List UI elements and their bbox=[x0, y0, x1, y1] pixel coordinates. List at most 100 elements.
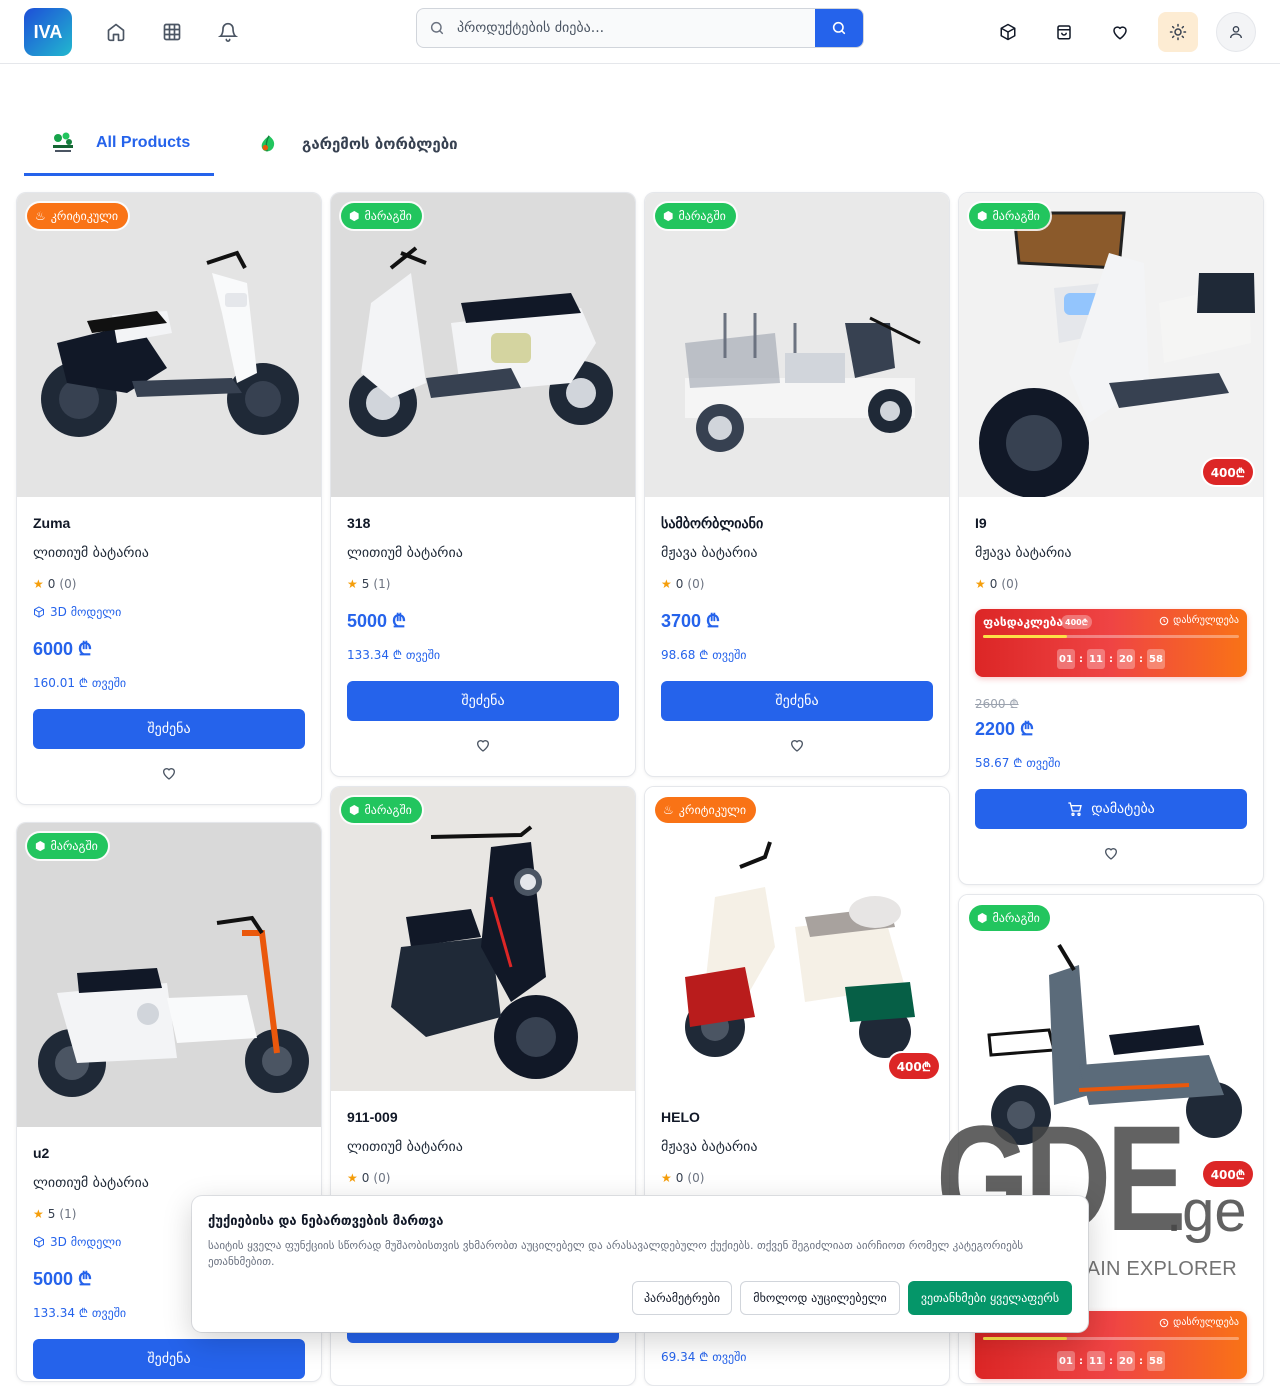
flame-icon: ♨ bbox=[35, 209, 46, 223]
star-icon: ★ bbox=[347, 577, 358, 591]
tab-label: გარემოს ბორბლები bbox=[302, 135, 458, 153]
flash-sale-ends: დასრულდება bbox=[1159, 615, 1239, 626]
product-price: 5000 ₾ bbox=[347, 611, 406, 631]
product-rating: ★ 0 (0) bbox=[347, 1171, 391, 1185]
product-image[interactable]: ⬢ მარაგში bbox=[645, 193, 949, 497]
search-icon bbox=[832, 21, 846, 35]
monthly-price: 58.67 ₾ თვეში bbox=[975, 756, 1061, 770]
user-icon bbox=[1230, 26, 1242, 39]
all-products-logo-icon bbox=[53, 132, 73, 152]
orders-button[interactable] bbox=[988, 12, 1028, 52]
stock-badge: ⬢ მარაგში bbox=[969, 203, 1050, 229]
box-icon: ⬢ bbox=[977, 911, 988, 925]
cookie-text: საიტის ყველა ფუნქციის სწორად მუშაობისთვი… bbox=[208, 1239, 1024, 1268]
flash-progress bbox=[983, 635, 1239, 638]
flash-sale-amount: 400₾ bbox=[1061, 615, 1092, 629]
grid-icon[interactable] bbox=[160, 20, 184, 44]
stock-badge: ♨ კრიტიკული bbox=[655, 797, 757, 823]
home-icon[interactable] bbox=[104, 20, 128, 44]
product-name[interactable]: HELO bbox=[661, 1109, 700, 1125]
star-icon: ★ bbox=[661, 577, 672, 591]
tab-eco-wheels[interactable]: გარემოს ბორბლები bbox=[258, 112, 458, 176]
flame-icon: ♨ bbox=[663, 803, 674, 817]
product-name[interactable]: u2 bbox=[33, 1145, 49, 1161]
logo[interactable]: IVA bbox=[24, 8, 72, 56]
product-card[interactable]: ⬢ მარაგში სამბორბლიანი მჟავა ბატარია ★ 0 (0… bbox=[644, 192, 950, 777]
buy-button[interactable]: შეძენა bbox=[33, 1339, 305, 1379]
star-icon: ★ bbox=[347, 1171, 358, 1185]
box-icon: ⬢ bbox=[663, 209, 674, 223]
cart-button[interactable] bbox=[1044, 12, 1084, 52]
flash-sale-banner: ფასდაკლება 400₾ დასრულდება 01: 11: 20: 5… bbox=[975, 609, 1247, 677]
product-image[interactable]: ⬢ მარაგში bbox=[17, 823, 321, 1127]
flash-sale-ends: დასრულდება bbox=[1159, 1317, 1239, 1328]
search-icon bbox=[429, 20, 445, 40]
search-button[interactable] bbox=[815, 9, 863, 47]
product-image[interactable]: ⬢ მარაგში bbox=[331, 787, 635, 1091]
star-icon: ★ bbox=[975, 577, 986, 591]
product-card[interactable]: ♨ კრიტიკული Zuma ლითიუმ ბატარია ★ 0 (0) 3D … bbox=[16, 192, 322, 805]
product-card[interactable]: ⬢ მარაგში 400₾ I9 მჟავა ბატარია ★ 0 (0) ფას… bbox=[958, 192, 1264, 885]
product-battery: ლითიუმ ბატარია bbox=[33, 1175, 149, 1191]
flash-sale-title: ფასდაკლება bbox=[983, 615, 1063, 629]
stock-badge: ⬢ მარაგში bbox=[27, 833, 108, 859]
theme-toggle[interactable] bbox=[1158, 12, 1198, 52]
flash-progress bbox=[983, 1337, 1239, 1340]
cookie-accept-all-button[interactable]: ვეთანხმები ყველაფერს bbox=[908, 1281, 1072, 1315]
clock-icon bbox=[1159, 616, 1169, 625]
product-rating: ★ 5 (1) bbox=[347, 577, 391, 591]
old-price: 2600 ₾ bbox=[975, 697, 1019, 711]
cookie-settings-button[interactable]: პარამეტრები bbox=[632, 1281, 732, 1315]
heart-icon[interactable] bbox=[1103, 845, 1119, 861]
scooter-image bbox=[391, 825, 578, 1079]
star-icon: ★ bbox=[33, 577, 44, 591]
heart-icon[interactable] bbox=[475, 737, 491, 753]
cube-icon bbox=[34, 1236, 44, 1248]
countdown-timer: 01: 11: 20: 58 bbox=[975, 1351, 1247, 1371]
product-name[interactable]: I9 bbox=[975, 515, 987, 531]
stock-badge: ⬢ მარაგში bbox=[969, 905, 1050, 931]
scooter-image bbox=[41, 250, 299, 437]
user-menu-button[interactable] bbox=[1216, 12, 1256, 52]
cookie-necessary-button[interactable]: მხოლოდ აუცილებელი bbox=[740, 1281, 900, 1315]
product-image[interactable]: ♨ კრიტიკული 400₾ bbox=[645, 787, 949, 1091]
heart-icon[interactable] bbox=[161, 765, 177, 781]
product-name[interactable]: სამბორბლიანი bbox=[661, 515, 763, 532]
tricycle-image bbox=[685, 313, 921, 452]
product-name[interactable]: Zuma bbox=[33, 515, 70, 531]
star-icon: ★ bbox=[33, 1207, 44, 1221]
cube-icon bbox=[34, 606, 44, 618]
3d-model-link[interactable]: 3D მოდელი bbox=[33, 605, 121, 619]
buy-button[interactable]: შეძენა bbox=[661, 681, 933, 721]
bag-icon bbox=[1057, 25, 1071, 40]
tab-all-products[interactable]: All Products bbox=[24, 112, 214, 176]
monthly-price: 133.34 ₾ თვეში bbox=[33, 1306, 127, 1320]
discount-badge: 400₾ bbox=[888, 1053, 939, 1079]
product-price: 3700 ₾ bbox=[661, 611, 720, 631]
heart-icon[interactable] bbox=[789, 737, 805, 753]
countdown-timer: 01: 11: 20: 58 bbox=[975, 649, 1247, 669]
product-rating: ★ 0 (0) bbox=[661, 1171, 705, 1185]
product-card[interactable]: ⬢ მარაგში 318 ლითიუმ ბატარია ★ 5 (1) 5000 ₾… bbox=[330, 192, 636, 777]
product-image[interactable]: ⬢ მარაგში bbox=[331, 193, 635, 497]
buy-button[interactable]: შეძენა bbox=[33, 709, 305, 749]
product-battery: მჟავა ბატარია bbox=[661, 1139, 758, 1155]
product-rating: ★ 5 (1) bbox=[33, 1207, 77, 1221]
stock-badge: ♨ კრიტიკული bbox=[27, 203, 129, 229]
monthly-price: 98.68 ₾ თვეში bbox=[661, 648, 747, 662]
wishlist-button[interactable] bbox=[1100, 12, 1140, 52]
product-name[interactable]: 911-009 bbox=[347, 1109, 398, 1125]
buy-button[interactable]: შეძენა bbox=[347, 681, 619, 721]
bell-icon[interactable] bbox=[216, 20, 240, 44]
product-name[interactable]: 318 bbox=[347, 515, 370, 531]
3d-model-link[interactable]: 3D მოდელი bbox=[33, 1235, 121, 1249]
box-icon bbox=[1000, 23, 1016, 41]
heart-icon bbox=[1113, 26, 1127, 40]
box-icon: ⬢ bbox=[977, 209, 988, 223]
product-rating: ★ 0 (0) bbox=[661, 577, 705, 591]
product-image[interactable]: ⬢ მარაგში 400₾ bbox=[959, 193, 1263, 497]
search-input[interactable] bbox=[457, 9, 817, 47]
product-image[interactable]: ♨ კრიტიკული bbox=[17, 193, 321, 497]
product-battery: ლითიუმ ბატარია bbox=[33, 545, 149, 561]
add-to-cart-button[interactable]: დამატება bbox=[975, 789, 1247, 829]
